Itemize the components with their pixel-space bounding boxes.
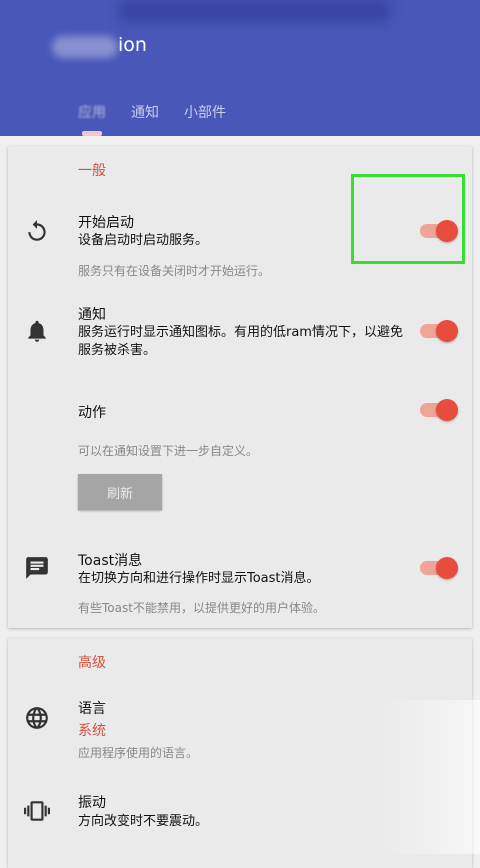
action-toggle[interactable] — [420, 399, 458, 421]
notification-desc: 服务运行时显示通知图标。有用的低ram情况下，以避免服务被杀害。 — [78, 325, 403, 358]
bell-icon — [24, 318, 50, 344]
tab-widget[interactable]: 小部件 — [184, 102, 226, 122]
start-on-boot-toggle[interactable] — [420, 220, 458, 242]
toast-desc: 在切换方向和进行操作时显示Toast消息。 — [78, 571, 320, 586]
toggle-thumb — [436, 320, 458, 342]
toggle-thumb — [436, 220, 458, 242]
start-on-boot-desc: 设备启动时启动服务。 — [78, 233, 209, 248]
action-hint: 可以在通知设置下进一步自定义。 — [78, 444, 259, 458]
tab-notification[interactable]: 通知 — [131, 102, 159, 122]
section-title-advanced: 高级 — [78, 655, 106, 671]
toggle-thumb — [436, 399, 458, 421]
app-bar: ion 应用 通知 小部件 — [0, 0, 480, 136]
section-title-general: 一般 — [78, 163, 106, 179]
toggle-thumb — [436, 557, 458, 579]
status-bar-blur — [120, 0, 390, 22]
tab-bar: 应用 通知 小部件 — [0, 96, 480, 136]
title-blur — [52, 36, 118, 58]
toast-hint: 有些Toast不能禁用，以提供更好的用户体验。 — [78, 601, 325, 615]
notification-title: 通知 — [78, 307, 106, 323]
start-on-boot-hint: 服务只有在设备关闭时才开始运行。 — [78, 264, 271, 278]
globe-icon — [24, 705, 50, 731]
general-card: 一般 开始启动 设备启动时启动服务。 服务只有在设备关闭时才开始运行。 通知 服… — [8, 146, 472, 628]
vibration-desc: 方向改变时不要震动。 — [78, 814, 209, 829]
toast-title: Toast消息 — [78, 553, 143, 569]
action-title: 动作 — [78, 405, 106, 421]
tab-indicator — [82, 131, 102, 136]
message-icon — [24, 555, 50, 581]
app-title: ion — [118, 34, 147, 56]
start-on-boot-title: 开始启动 — [78, 215, 134, 231]
language-hint: 应用程序使用的语言。 — [78, 746, 199, 760]
notification-toggle[interactable] — [420, 320, 458, 342]
refresh-button[interactable]: 刷新 — [78, 474, 162, 510]
language-title[interactable]: 语言 — [78, 698, 106, 718]
tab-app[interactable]: 应用 — [78, 102, 106, 122]
advanced-card: 高级 语言 系统 应用程序使用的语言。 振动 方向改变时不要震动。 — [8, 638, 472, 868]
restore-icon — [24, 218, 50, 244]
toast-toggle[interactable] — [420, 557, 458, 579]
vibration-icon — [24, 798, 50, 824]
vibration-title: 振动 — [78, 795, 106, 811]
language-value: 系统 — [78, 723, 106, 739]
